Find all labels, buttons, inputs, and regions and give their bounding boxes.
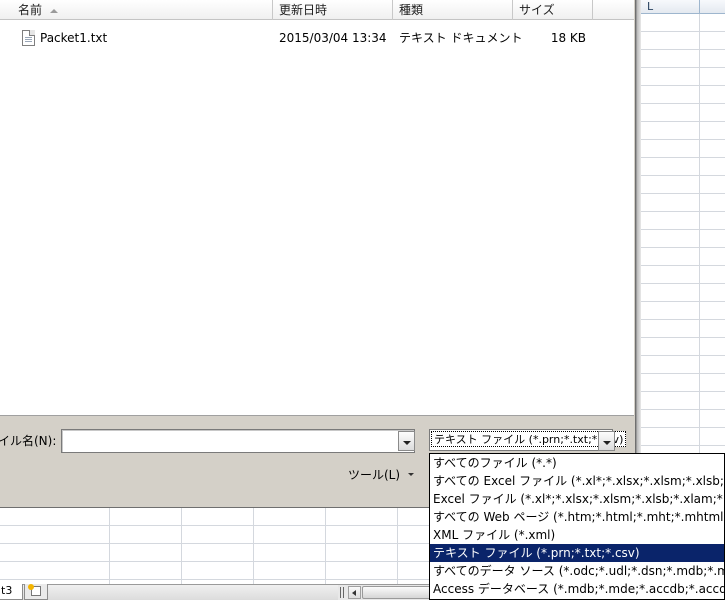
- filename-history-dropdown-icon[interactable]: [398, 431, 415, 451]
- file-modified: 2015/03/04 13:34: [279, 31, 387, 45]
- filetype-dropdown-list: すべてのファイル (*.*) すべての Excel ファイル (*.xl*;*.…: [429, 453, 725, 600]
- file-type: テキスト ドキュメント: [399, 31, 523, 45]
- excel-column-header[interactable]: L: [637, 0, 725, 14]
- text-file-icon: [22, 30, 35, 46]
- open-file-dialog: 名前 更新日時 種類 サイズ Packet1.txt 2015/03/04 13…: [0, 0, 636, 508]
- insert-sheet-button[interactable]: [24, 584, 48, 600]
- filetype-select[interactable]: テキスト ファイル (*.prn;*.txt;*.csv): [429, 429, 627, 451]
- file-name: Packet1.txt: [40, 31, 108, 45]
- scrollbar-thumb[interactable]: [362, 586, 432, 599]
- chevron-down-icon: [408, 473, 414, 476]
- file-row[interactable]: Packet1.txt 2015/03/04 13:34 テキスト ドキュメント…: [0, 28, 634, 48]
- filetype-option[interactable]: XML ファイル (*.xml): [430, 526, 724, 544]
- filename-label: イル名(N):: [0, 434, 57, 448]
- column-header-size[interactable]: サイズ: [513, 0, 593, 20]
- filetype-option[interactable]: Excel ファイル (*.xl*;*.xlsx;*.xlsm;*.xlsb;*…: [430, 490, 724, 508]
- sort-ascending-icon: [50, 8, 59, 13]
- column-header-type[interactable]: 種類: [393, 0, 513, 20]
- column-header-empty: [593, 0, 634, 20]
- filetype-dropdown-icon[interactable]: [598, 431, 615, 451]
- excel-column-letter: L: [647, 0, 654, 13]
- filetype-option[interactable]: すべてのファイル (*.*): [430, 454, 724, 472]
- file-list-view[interactable]: 名前 更新日時 種類 サイズ Packet1.txt 2015/03/04 13…: [0, 0, 634, 416]
- filename-input[interactable]: [61, 429, 415, 453]
- filetype-option[interactable]: すべての Excel ファイル (*.xl*;*.xlsx;*.xlsm;*.x…: [430, 472, 724, 490]
- file-list-header: 名前 更新日時 種類 サイズ: [0, 0, 634, 20]
- column-header-name[interactable]: 名前: [0, 0, 273, 20]
- sheet-tab[interactable]: t3: [0, 584, 24, 600]
- column-header-name-label: 名前: [18, 3, 43, 17]
- filetype-option[interactable]: すべての Web ページ (*.htm;*.html;*.mht;*.mhtml…: [430, 508, 724, 526]
- tools-button[interactable]: ツール(L): [344, 464, 424, 486]
- file-size: 18 KB: [550, 31, 586, 45]
- tools-button-label: ツール(L): [348, 468, 401, 482]
- sparkle-icon: [28, 584, 34, 590]
- column-divider: [699, 0, 700, 14]
- column-header-modified[interactable]: 更新日時: [273, 0, 393, 20]
- filetype-option-selected[interactable]: テキスト ファイル (*.prn;*.txt;*.csv): [430, 544, 724, 562]
- split-grip-icon[interactable]: [340, 587, 344, 598]
- filetype-option[interactable]: Access データベース (*.mdb;*.mde;*.accdb;*.acc…: [430, 580, 724, 598]
- filetype-option[interactable]: すべてのデータ ソース (*.odc;*.udl;*.dsn;*.mdb;*.m…: [430, 562, 724, 580]
- scroll-left-icon[interactable]: [348, 586, 361, 599]
